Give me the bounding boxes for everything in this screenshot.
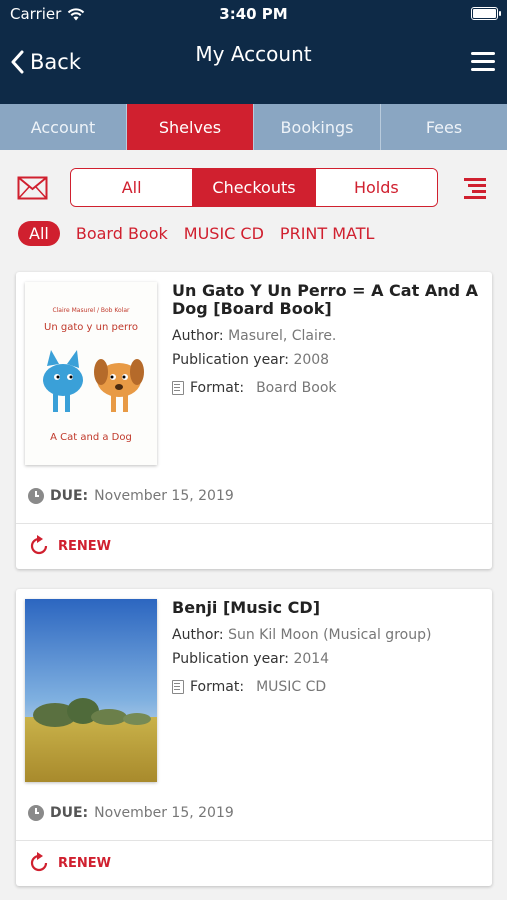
- cover-authors: Claire Masurel / Bob Kolar: [52, 307, 130, 314]
- battery-icon: [471, 7, 501, 20]
- item-info: Un Gato Y Un Perro = A Cat And A Dog [Bo…: [172, 282, 482, 396]
- author-value: Masurel, Claire.: [228, 328, 337, 344]
- tab-account[interactable]: Account: [0, 104, 127, 150]
- page-title: My Account: [195, 42, 312, 66]
- segment-all[interactable]: All: [71, 169, 194, 206]
- year-value: 2008: [293, 352, 330, 368]
- author-row: Author: Masurel, Claire.: [172, 324, 482, 348]
- item-title[interactable]: Benji [Music CD]: [172, 599, 482, 617]
- format-row: Format: Board Book: [172, 380, 482, 396]
- chip-board-book[interactable]: Board Book: [76, 224, 168, 243]
- renew-icon: [30, 852, 48, 872]
- book-icon: [172, 381, 184, 395]
- year-label: Publication year:: [172, 651, 289, 667]
- book-icon: [172, 680, 184, 694]
- year-value: 2014: [293, 651, 330, 667]
- renew-label: RENEW: [58, 855, 111, 871]
- chip-print-matl[interactable]: PRINT MATL: [280, 224, 375, 243]
- card-divider: [16, 840, 492, 841]
- renew-icon: [30, 535, 48, 555]
- chip-music-cd[interactable]: MUSIC CD: [184, 224, 264, 243]
- status-bar: Carrier 3:40 PM: [0, 0, 507, 28]
- due-date: November 15, 2019: [94, 488, 234, 504]
- due-row: DUE: November 15, 2019: [28, 488, 234, 504]
- tab-bookings[interactable]: Bookings: [254, 104, 381, 150]
- item-title[interactable]: Un Gato Y Un Perro = A Cat And A Dog [Bo…: [172, 282, 482, 318]
- account-tabs: Account Shelves Bookings Fees: [0, 104, 507, 150]
- author-label: Author:: [172, 627, 224, 643]
- sort-icon[interactable]: [464, 178, 486, 199]
- due-row: DUE: November 15, 2019: [28, 805, 234, 821]
- album-cover[interactable]: [25, 599, 157, 782]
- navigation-bar: Back My Account: [0, 28, 507, 104]
- format-label: Format:: [190, 679, 245, 695]
- checkout-card: Claire Masurel / Bob Kolar Un gato y un …: [16, 272, 492, 569]
- author-row: Author: Sun Kil Moon (Musical group): [172, 623, 482, 647]
- due-date: November 15, 2019: [94, 805, 234, 821]
- tab-fees[interactable]: Fees: [381, 104, 507, 150]
- format-filter-chips: All Board Book MUSIC CD PRINT MATL: [18, 221, 374, 246]
- renew-button[interactable]: RENEW: [28, 535, 111, 557]
- item-info: Benji [Music CD] Author: Sun Kil Moon (M…: [172, 599, 482, 695]
- book-cover[interactable]: Claire Masurel / Bob Kolar Un gato y un …: [25, 282, 157, 465]
- card-divider: [16, 523, 492, 524]
- clock-icon: [28, 488, 44, 504]
- mail-icon[interactable]: [17, 176, 48, 200]
- clock-icon: [28, 805, 44, 821]
- chip-all[interactable]: All: [18, 221, 60, 246]
- cover-subtitle: A Cat and a Dog: [50, 432, 132, 443]
- clock-time: 3:40 PM: [219, 5, 288, 23]
- shelf-segmented-control: All Checkouts Holds: [70, 168, 438, 207]
- renew-button[interactable]: RENEW: [28, 852, 111, 874]
- format-label: Format:: [190, 380, 245, 396]
- due-label: DUE:: [50, 488, 89, 504]
- checkout-card: Benji [Music CD] Author: Sun Kil Moon (M…: [16, 589, 492, 886]
- filter-row: All Checkouts Holds: [0, 166, 507, 210]
- year-row: Publication year: 2008: [172, 348, 482, 372]
- due-label: DUE:: [50, 805, 89, 821]
- hamburger-menu-icon[interactable]: [471, 52, 495, 72]
- cover-title: Un gato y un perro: [44, 322, 138, 333]
- segment-holds[interactable]: Holds: [315, 169, 437, 206]
- year-row: Publication year: 2014: [172, 647, 482, 671]
- tab-shelves[interactable]: Shelves: [127, 104, 254, 150]
- format-row: Format: MUSIC CD: [172, 679, 482, 695]
- format-value: Board Book: [256, 380, 337, 396]
- author-label: Author:: [172, 328, 224, 344]
- format-value: MUSIC CD: [256, 679, 327, 695]
- renew-label: RENEW: [58, 538, 111, 554]
- year-label: Publication year:: [172, 352, 289, 368]
- segment-checkouts[interactable]: Checkouts: [193, 169, 316, 206]
- author-value: Sun Kil Moon (Musical group): [228, 627, 432, 643]
